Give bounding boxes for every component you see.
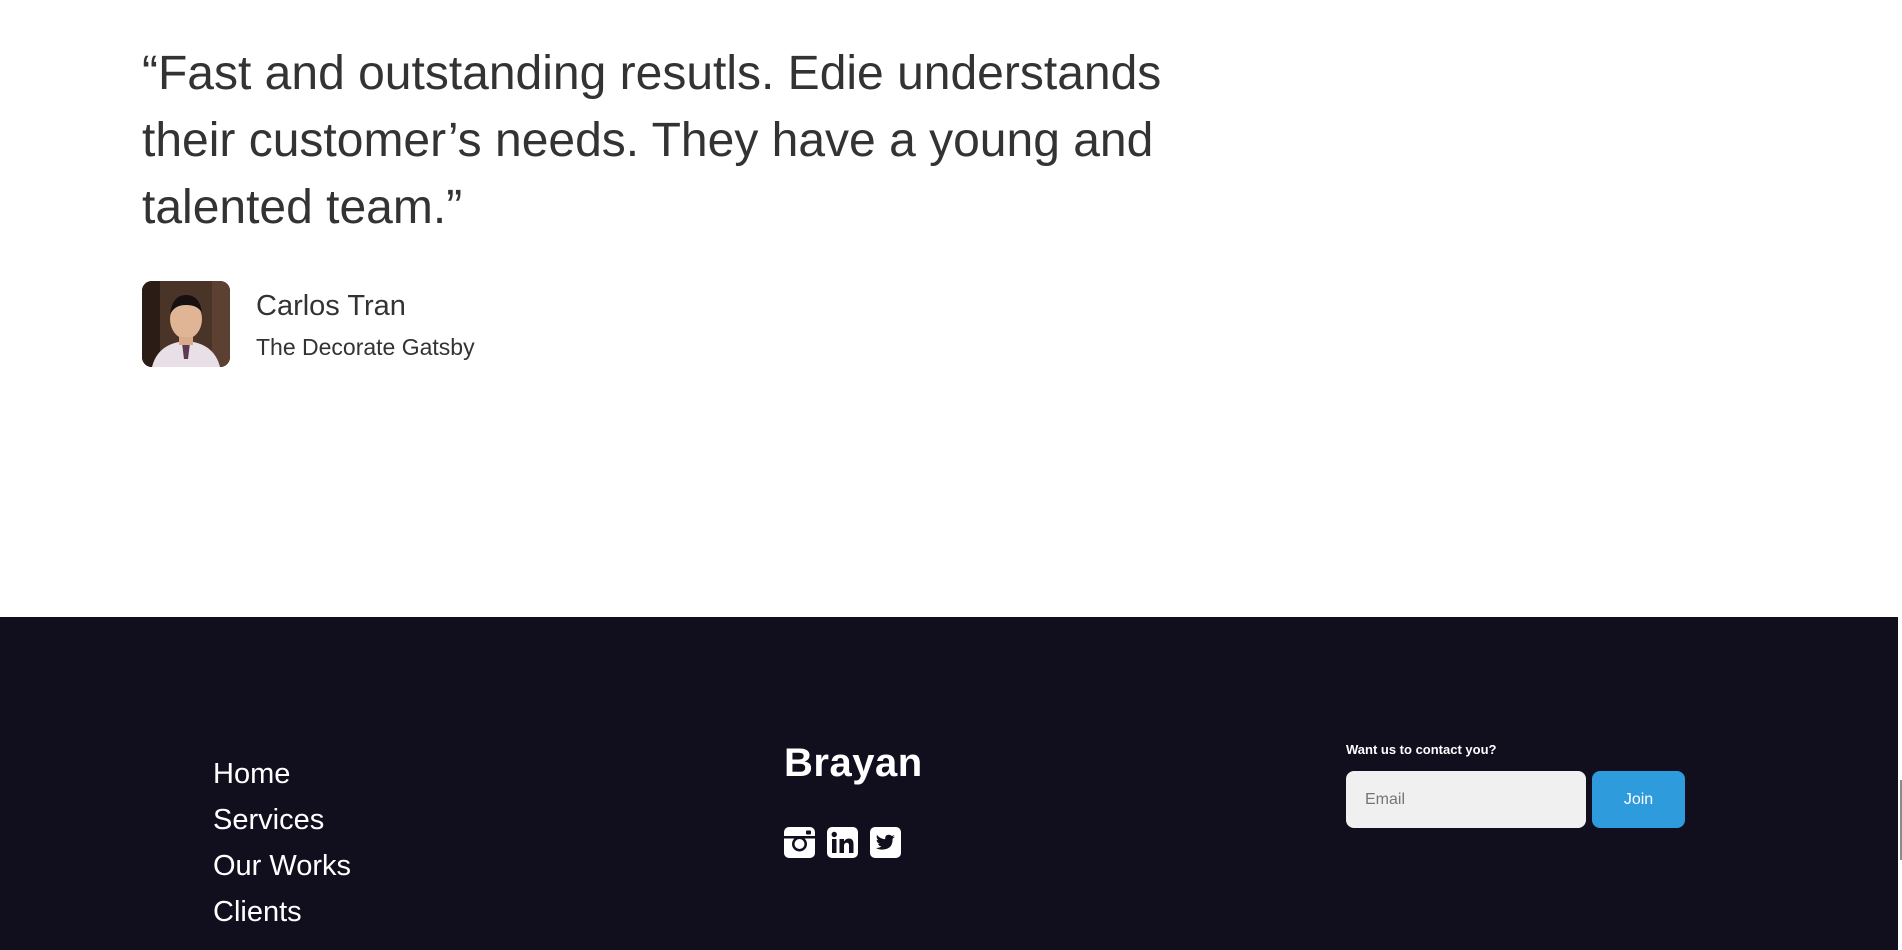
- contact-row: Join: [1346, 771, 1685, 828]
- instagram-icon[interactable]: [784, 827, 815, 858]
- linkedin-icon[interactable]: [827, 827, 858, 858]
- footer-nav-clients[interactable]: Clients: [213, 889, 351, 935]
- footer-brand: Brayan: [784, 741, 923, 785]
- contact-label: Want us to contact you?: [1346, 742, 1497, 757]
- footer-nav-our-works[interactable]: Our Works: [213, 843, 351, 889]
- page: “Fast and outstanding resutls. Edie unde…: [0, 0, 1902, 950]
- testimonial-quote: “Fast and outstanding resutls. Edie unde…: [142, 47, 1162, 234]
- author-company: The Decorate Gatsby: [256, 334, 475, 360]
- twitter-icon[interactable]: [870, 827, 901, 858]
- email-field[interactable]: [1346, 771, 1586, 828]
- join-button[interactable]: Join: [1592, 771, 1685, 828]
- avatar-portrait-icon: [142, 281, 230, 367]
- page-scrollbar[interactable]: [1898, 0, 1902, 950]
- contact-form: Want us to contact you? Join: [1346, 742, 1685, 828]
- author-text: Carlos Tran The Decorate Gatsby: [256, 281, 475, 362]
- social-links: [784, 827, 901, 858]
- author-name: Carlos Tran: [256, 290, 406, 322]
- testimonial-section: “Fast and outstanding resutls. Edie unde…: [0, 0, 1902, 617]
- footer-nav-home[interactable]: Home: [213, 751, 351, 797]
- author-avatar: [142, 281, 230, 367]
- testimonial-author: Carlos Tran The Decorate Gatsby: [142, 281, 475, 367]
- footer: Home Services Our Works Clients Brayan W…: [0, 617, 1898, 950]
- footer-nav: Home Services Our Works Clients: [213, 751, 351, 935]
- footer-nav-services[interactable]: Services: [213, 797, 351, 843]
